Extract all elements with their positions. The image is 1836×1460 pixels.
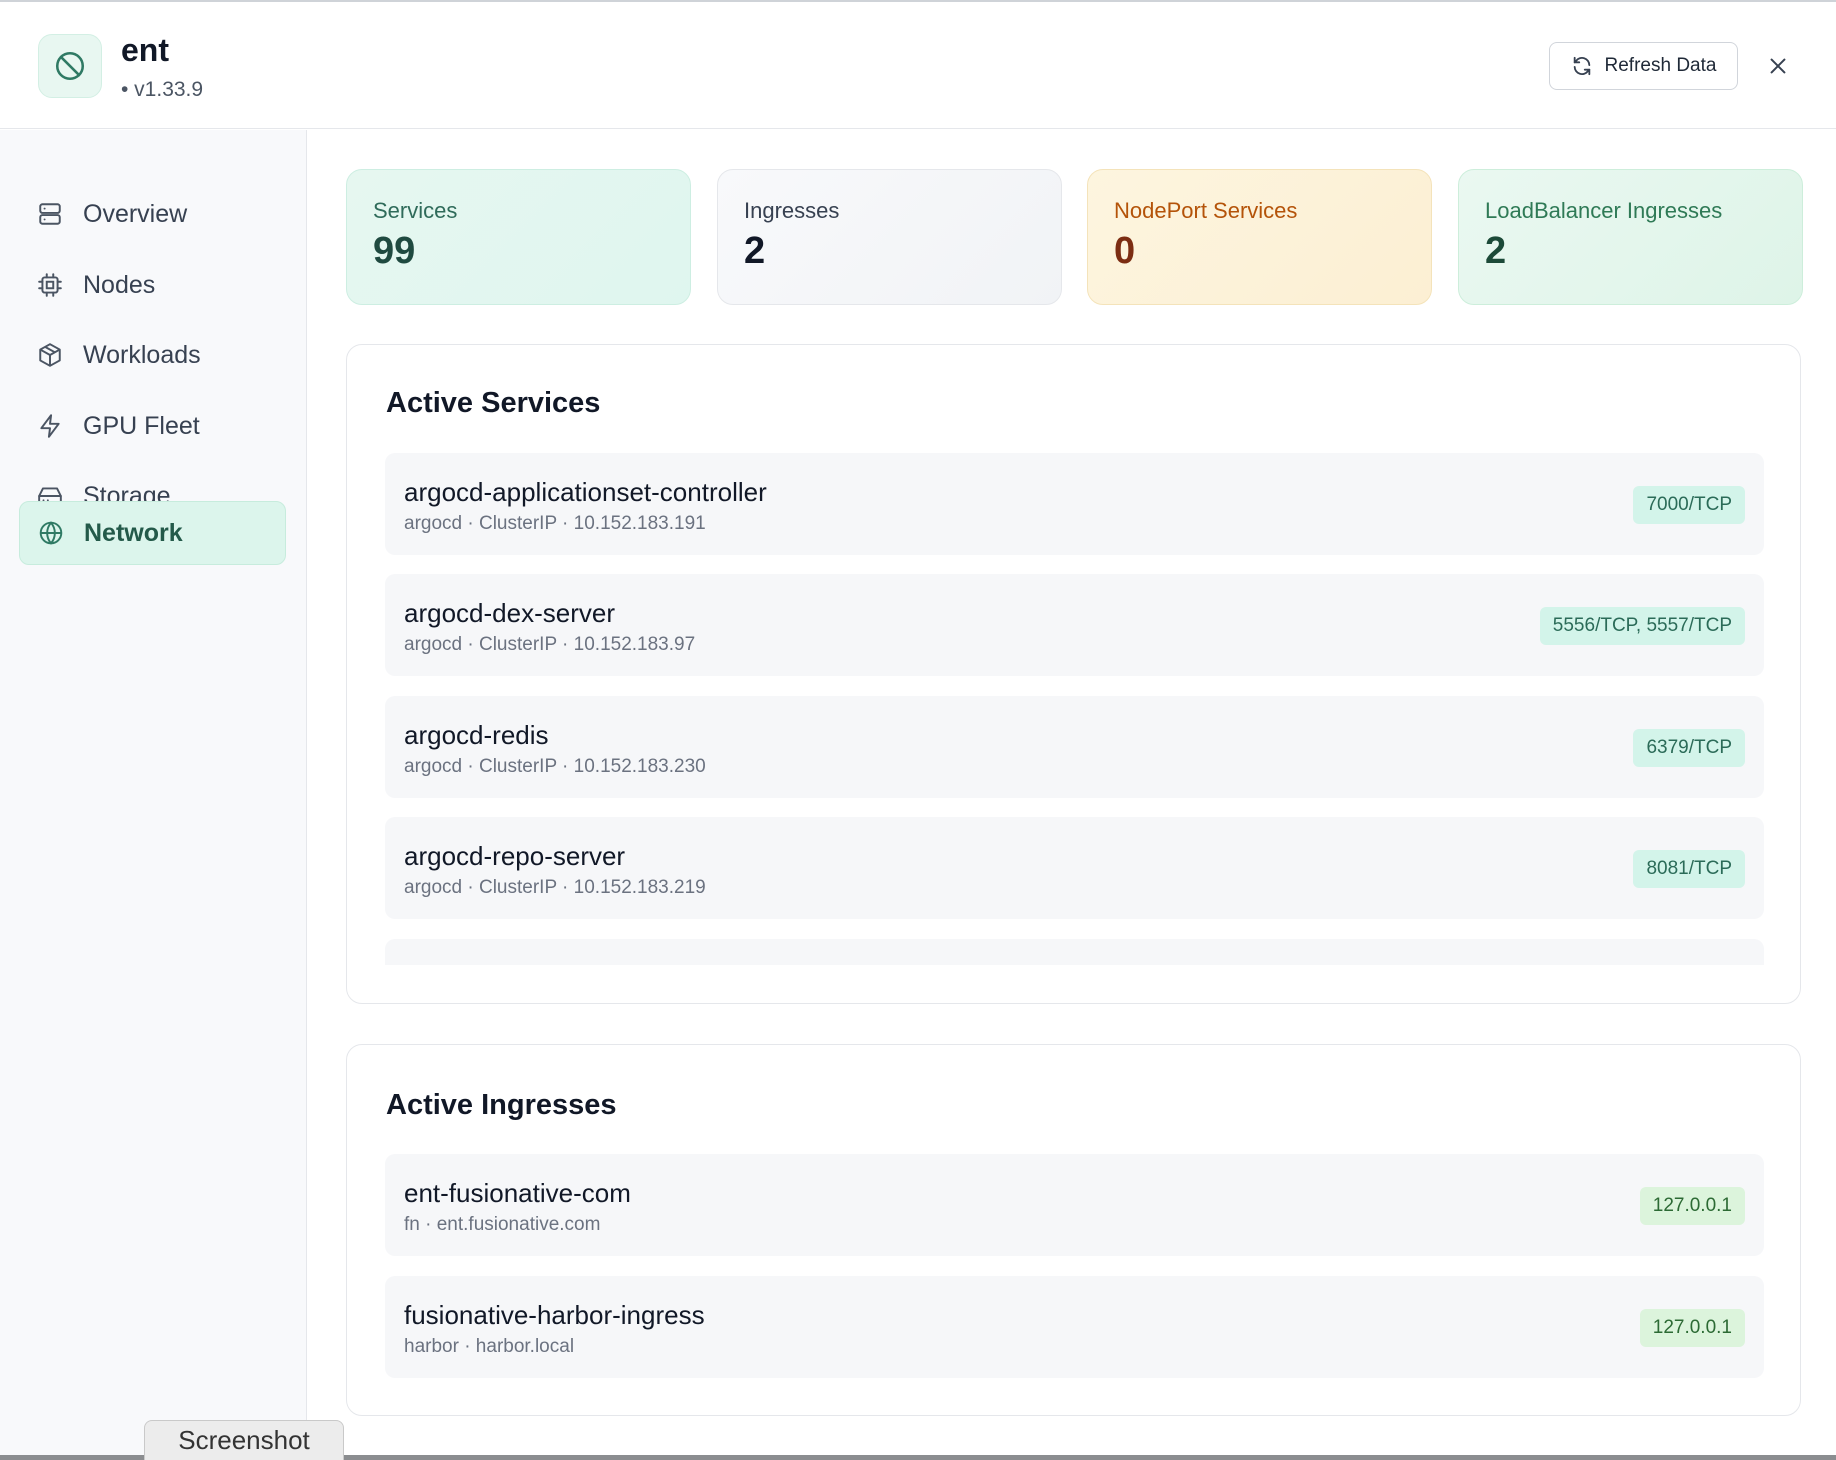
address-badge: 127.0.0.1 [1639, 1309, 1745, 1347]
sidebar-item-overview[interactable]: Overview [19, 182, 286, 246]
sidebar-item-label: Nodes [83, 270, 156, 299]
globe-icon [38, 520, 64, 546]
sidebar: Overview Nodes Workloads GPU Fleet Stora… [0, 130, 307, 1460]
port-badge: 6379/TCP [1633, 729, 1745, 767]
ingresses-list: ent-fusionative-com fn · ent.fusionative… [385, 1154, 1764, 1378]
package-icon [37, 342, 63, 368]
service-meta: argocd · ClusterIP · 10.152.183.191 [404, 513, 706, 534]
stat-label: Ingresses [744, 198, 840, 223]
sidebar-item-label: Workloads [83, 340, 201, 369]
stat-value: 2 [744, 230, 766, 272]
service-row-partial[interactable] [385, 939, 1764, 965]
service-row[interactable]: argocd-applicationset-controller argocd … [385, 453, 1764, 555]
service-name: argocd-dex-server [404, 598, 615, 628]
stat-card-ingresses: Ingresses 2 [717, 169, 1062, 305]
ingress-meta: fn · ent.fusionative.com [404, 1214, 601, 1235]
app-logo [38, 34, 102, 98]
stat-label: Services [373, 198, 458, 223]
server-icon [37, 201, 63, 227]
close-button[interactable] [1758, 46, 1798, 86]
port-badge: 8081/TCP [1633, 850, 1745, 888]
app-header: ent • v1.33.9 Refresh Data [0, 2, 1836, 129]
service-name: argocd-redis [404, 720, 549, 750]
port-badge: 5556/TCP, 5557/TCP [1539, 607, 1745, 645]
sidebar-item-network[interactable]: Network [19, 501, 286, 565]
active-ingresses-panel: Active Ingresses ent-fusionative-com fn … [346, 1044, 1801, 1416]
stat-value: 0 [1114, 230, 1136, 272]
app-version: • v1.33.9 [121, 78, 204, 101]
service-row[interactable]: argocd-redis argocd · ClusterIP · 10.152… [385, 696, 1764, 798]
service-row[interactable]: argocd-dex-server argocd · ClusterIP · 1… [385, 574, 1764, 676]
panel-title: Active Ingresses [386, 1089, 617, 1121]
service-row[interactable]: argocd-repo-server argocd · ClusterIP · … [385, 817, 1764, 919]
stat-card-nodeport-services: NodePort Services 0 [1087, 169, 1432, 305]
ingress-row[interactable]: fusionative-harbor-ingress harbor · harb… [385, 1276, 1764, 1378]
ingress-name: ent-fusionative-com [404, 1178, 631, 1208]
ingress-row[interactable]: ent-fusionative-com fn · ent.fusionative… [385, 1154, 1764, 1256]
cpu-icon [37, 272, 63, 298]
sidebar-item-workloads[interactable]: Workloads [19, 323, 286, 387]
service-meta: argocd · ClusterIP · 10.152.183.230 [404, 756, 706, 777]
stat-value: 2 [1485, 230, 1507, 272]
stat-label: LoadBalancer Ingresses [1485, 198, 1723, 223]
sidebar-item-label: Network [84, 518, 183, 547]
refresh-data-label: Refresh Data [1604, 55, 1717, 76]
stat-value: 99 [373, 230, 416, 272]
zap-icon [37, 413, 63, 439]
stat-label: NodePort Services [1114, 198, 1298, 223]
service-name: argocd-repo-server [404, 841, 626, 871]
close-icon [1770, 58, 1786, 74]
sidebar-item-label: GPU Fleet [83, 411, 200, 440]
service-name: argocd-applicationset-controller [404, 477, 767, 507]
refresh-icon [1573, 56, 1590, 76]
stat-card-services: Services 99 [346, 169, 691, 305]
no-entry-icon [55, 51, 85, 81]
stat-card-loadbalancer-ingresses: LoadBalancer Ingresses 2 [1458, 169, 1803, 305]
address-badge: 127.0.0.1 [1639, 1187, 1745, 1225]
ingress-meta: harbor · harbor.local [404, 1336, 575, 1357]
active-services-panel: Active Services argocd-applicationset-co… [346, 344, 1801, 1004]
port-badge: 7000/TCP [1633, 486, 1745, 524]
app-title: ent [121, 32, 169, 68]
service-meta: argocd · ClusterIP · 10.152.183.219 [404, 877, 706, 898]
sidebar-item-label: Overview [83, 199, 188, 228]
panel-title: Active Services [386, 387, 601, 419]
services-list[interactable]: argocd-applicationset-controller argocd … [385, 453, 1764, 965]
sidebar-item-gpu-fleet[interactable]: GPU Fleet [19, 394, 286, 458]
refresh-data-button[interactable]: Refresh Data [1549, 42, 1738, 90]
service-meta: argocd · ClusterIP · 10.152.183.97 [404, 634, 696, 655]
sidebar-item-nodes[interactable]: Nodes [19, 253, 286, 317]
ingress-name: fusionative-harbor-ingress [404, 1300, 705, 1330]
screenshot-tab[interactable]: Screenshot [144, 1420, 344, 1460]
